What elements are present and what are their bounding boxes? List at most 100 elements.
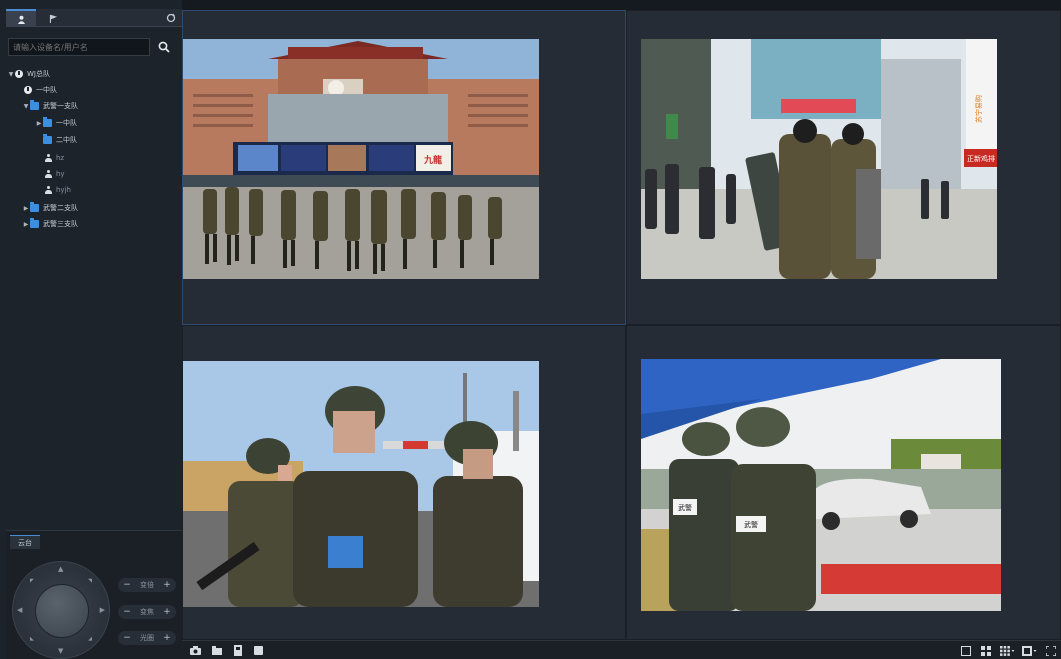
snapshot-button[interactable]: [190, 645, 201, 656]
mall-brand-text: 苏宁易购: [974, 95, 983, 123]
stop-icon: [254, 646, 263, 655]
expand-icon[interactable]: ▶: [22, 221, 30, 228]
arrow-down-icon[interactable]: ▼: [58, 647, 63, 655]
tree-node-label: 武警三支队: [43, 220, 78, 228]
video-feed-soldiers: [183, 361, 539, 607]
tree-node[interactable]: ▶ 武警三支队: [22, 217, 78, 231]
video-feed-street: 苏宁易购 正新鸡排: [641, 39, 997, 279]
arrow-down-right-icon[interactable]: ◢: [88, 636, 92, 642]
video-pane-2[interactable]: 苏宁易购 正新鸡排: [626, 10, 1061, 325]
tree-node[interactable]: 一中队: [24, 83, 57, 97]
arrow-up-right-icon[interactable]: ◥: [88, 578, 92, 584]
refresh-icon: [166, 13, 176, 23]
station-scene-image: 九龍: [183, 39, 539, 279]
iris-control: − 光圈 +: [118, 631, 176, 645]
open-folder-button[interactable]: [211, 645, 222, 656]
layout-4-icon: [980, 645, 991, 656]
video-feed-station: 九龍: [183, 39, 539, 279]
layout-9-icon: [1000, 645, 1015, 656]
tree-node-label: 二中队: [56, 136, 77, 144]
tree-node[interactable]: hz: [45, 151, 64, 165]
zoom-in-button[interactable]: +: [161, 580, 173, 590]
arrow-up-left-icon[interactable]: ◤: [30, 578, 34, 584]
focus-near-button[interactable]: −: [121, 607, 133, 617]
org-icon: [15, 70, 23, 78]
zoom-control: − 变倍 +: [118, 578, 176, 592]
sidebar-tabs: [6, 9, 182, 27]
tree-node-label: hyjh: [56, 186, 71, 194]
tree-node[interactable]: ▶ 一中队: [35, 116, 77, 130]
arrow-right-icon[interactable]: ▶: [100, 606, 105, 614]
video-pane-3[interactable]: [182, 325, 626, 640]
tree-node[interactable]: ▼ 武警一支队: [22, 99, 78, 113]
bottom-toolbar: [182, 640, 1061, 659]
stop-button[interactable]: [253, 645, 264, 656]
folder-icon: [30, 100, 39, 110]
tab-devices[interactable]: [6, 9, 36, 27]
zoom-out-button[interactable]: −: [121, 580, 133, 590]
search-icon: [158, 41, 170, 53]
street-scene-image: 苏宁易购 正新鸡排: [641, 39, 997, 279]
focus-control: − 变焦 +: [118, 605, 176, 619]
arrow-up-icon[interactable]: ▲: [58, 565, 63, 573]
vest-label-left-text: 武警: [678, 503, 692, 512]
zoom-label: 变倍: [140, 581, 154, 589]
focus-far-button[interactable]: +: [161, 607, 173, 617]
collapse-icon[interactable]: ▼: [22, 103, 30, 110]
tree-node-label: WJ总队: [27, 70, 50, 78]
user-icon: [45, 170, 52, 178]
tree-node-label: 武警二支队: [43, 204, 78, 212]
vest-label-right-text: 武警: [744, 520, 758, 529]
layout-4-button[interactable]: [980, 645, 991, 656]
tree-node-label: hy: [56, 170, 65, 178]
org-icon: [24, 86, 32, 94]
tree-node[interactable]: ▼ WJ总队: [7, 67, 50, 81]
layout-more-button[interactable]: [1022, 645, 1037, 656]
shop-sign-text: 正新鸡排: [967, 154, 995, 163]
refresh-button[interactable]: [163, 9, 179, 27]
device-sidebar: ▼ WJ总队 一中队 ▼ 武警一支队 ▶ 一中队 二中队 hz hy: [0, 0, 182, 659]
user-icon: [45, 186, 52, 194]
station-sign-text: 九龍: [423, 154, 442, 166]
fullscreen-icon: [1045, 645, 1056, 656]
tree-node[interactable]: ▶ 武警二支队: [22, 201, 78, 215]
tree-node-label: hz: [56, 154, 65, 162]
tab-events[interactable]: [38, 9, 68, 27]
video-feed-checkpoint: 武警 武警: [641, 359, 1001, 611]
tree-node[interactable]: hy: [45, 167, 65, 181]
ptz-panel: 云台 ▲ ▼ ◀ ▶ ◤ ◥ ◣ ◢ − 变倍 + − 变焦 + − 光圈 +: [6, 530, 182, 659]
soldiers-scene-image: [183, 361, 539, 607]
tree-node[interactable]: hyjh: [45, 183, 71, 197]
collapse-icon[interactable]: ▼: [7, 71, 15, 78]
layout-1-icon: [960, 645, 971, 656]
expand-icon[interactable]: ▶: [35, 120, 43, 127]
layout-1-button[interactable]: [960, 645, 971, 656]
ptz-tab[interactable]: 云台: [10, 535, 40, 549]
tree-node-label: 一中队: [36, 86, 57, 94]
tree-node-label: 一中队: [56, 119, 77, 127]
ptz-joystick[interactable]: ▲ ▼ ◀ ▶ ◤ ◥ ◣ ◢: [12, 561, 110, 659]
search-button[interactable]: [153, 37, 175, 57]
user-icon: [45, 154, 52, 162]
iris-open-button[interactable]: +: [161, 633, 173, 643]
layout-more-icon: [1022, 645, 1037, 656]
video-pane-4[interactable]: 武警 武警: [626, 325, 1061, 640]
tree-node[interactable]: 二中队: [43, 133, 77, 147]
folder-icon: [30, 202, 39, 212]
iris-close-button[interactable]: −: [121, 633, 133, 643]
layout-9-button[interactable]: [1000, 645, 1015, 656]
video-pane-1[interactable]: 九龍: [182, 10, 626, 325]
device-search-input[interactable]: [8, 38, 150, 56]
iris-label: 光圈: [140, 634, 154, 642]
tree-node-label: 武警一支队: [43, 102, 78, 110]
fullscreen-button[interactable]: [1045, 645, 1056, 656]
joystick-center[interactable]: [35, 584, 89, 638]
folder-icon: [30, 218, 39, 228]
expand-icon[interactable]: ▶: [22, 205, 30, 212]
person-icon: [17, 15, 25, 24]
record-button[interactable]: [232, 645, 243, 656]
folder-icon: [211, 646, 222, 655]
checkpoint-scene-image: 武警 武警: [641, 359, 1001, 611]
arrow-left-icon[interactable]: ◀: [17, 606, 22, 614]
arrow-down-left-icon[interactable]: ◣: [30, 636, 34, 642]
